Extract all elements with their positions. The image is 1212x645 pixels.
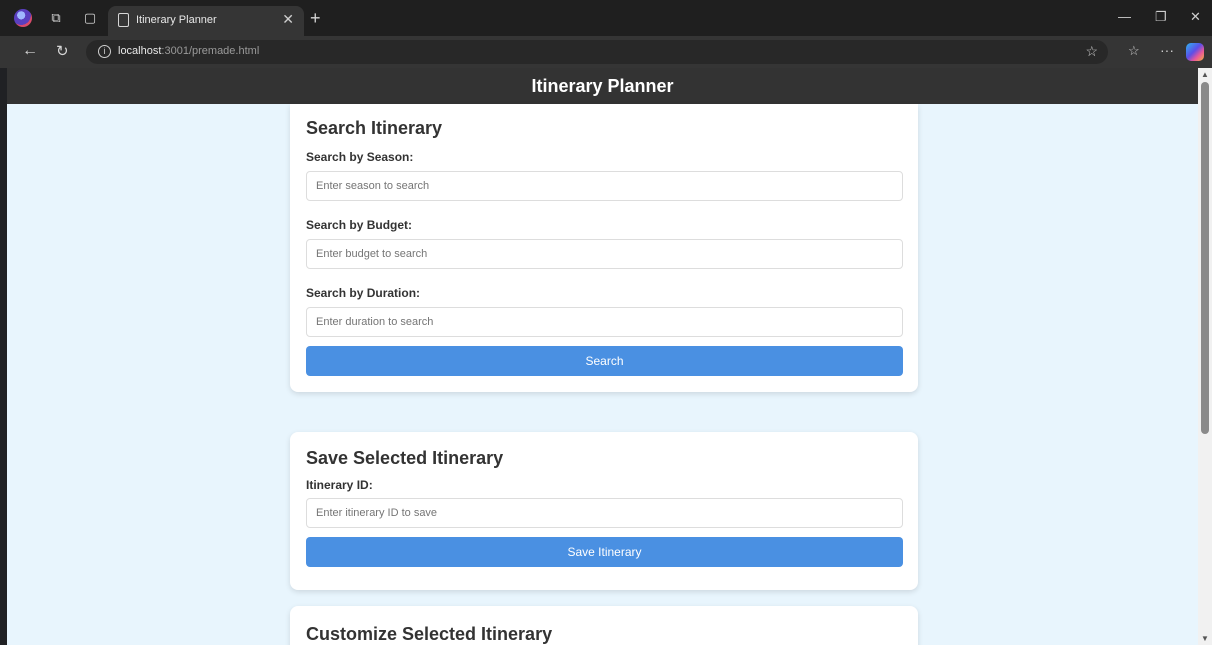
back-arrow-icon[interactable]: ← (22, 42, 38, 60)
copilot-icon[interactable] (1186, 43, 1204, 61)
site-info-icon[interactable]: i (98, 45, 111, 58)
close-window-icon[interactable]: ✕ (1190, 9, 1201, 25)
budget-label: Search by Budget: (306, 218, 413, 232)
scroll-down-icon[interactable]: ▼ (1201, 634, 1209, 643)
reload-icon[interactable]: ↻ (56, 42, 69, 60)
customize-itinerary-card: Customize Selected Itinerary (290, 606, 918, 645)
save-section-title: Save Selected Itinerary (306, 448, 504, 468)
url-text[interactable]: localhost:3001/premade.html (118, 45, 259, 57)
profile-avatar-icon[interactable] (14, 9, 32, 27)
customize-section-title: Customize Selected Itinerary (306, 624, 553, 644)
search-itinerary-card: Search Itinerary Search by Season: Searc… (290, 104, 918, 392)
save-itinerary-card: Save Selected Itinerary Itinerary ID: Sa… (290, 432, 918, 590)
season-search-input[interactable] (306, 171, 903, 201)
season-label: Search by Season: (306, 150, 414, 164)
tab-title: Itinerary Planner (136, 14, 217, 26)
workspaces-icon[interactable]: ⧉ (48, 10, 64, 26)
search-section-title: Search Itinerary (306, 118, 443, 138)
address-bar[interactable]: i localhost:3001/premade.html ☆ (86, 40, 1108, 64)
browser-tab-strip: ⧉ ▢ Itinerary Planner ✕ + — ❐ ✕ (0, 0, 1212, 36)
budget-search-input[interactable] (306, 239, 903, 269)
search-button[interactable]: Search (306, 346, 903, 376)
scroll-up-icon[interactable]: ▲ (1201, 70, 1209, 79)
duration-search-input[interactable] (306, 307, 903, 337)
save-itinerary-button[interactable]: Save Itinerary (306, 537, 903, 567)
page-icon (118, 13, 129, 27)
itinerary-id-label: Itinerary ID: (306, 478, 373, 492)
scroll-thumb[interactable] (1201, 82, 1209, 434)
minimize-icon[interactable]: — (1118, 9, 1131, 24)
more-options-icon[interactable]: ··· (1160, 42, 1174, 58)
page-title: Itinerary Planner (7, 68, 1198, 104)
close-tab-icon[interactable]: ✕ (282, 11, 294, 28)
page-viewport: Itinerary Planner Search Itinerary Searc… (7, 68, 1198, 645)
browser-toolbar: ← ↻ i localhost:3001/premade.html ☆ ☆ ··… (0, 36, 1212, 68)
itinerary-id-input[interactable] (306, 498, 903, 528)
url-path: :3001/premade.html (161, 45, 260, 57)
new-tab-icon[interactable]: + (310, 8, 321, 29)
url-host: localhost (118, 45, 162, 57)
restore-icon[interactable]: ❐ (1155, 9, 1167, 25)
favorites-icon[interactable]: ☆ (1128, 43, 1140, 59)
tab-itinerary-planner[interactable]: Itinerary Planner ✕ (108, 6, 304, 36)
duration-label: Search by Duration: (306, 286, 421, 300)
page-scrollbar[interactable]: ▲ ▼ (1198, 68, 1212, 645)
favorite-star-icon[interactable]: ☆ (1085, 43, 1098, 60)
tab-actions-icon[interactable]: ▢ (82, 10, 98, 26)
